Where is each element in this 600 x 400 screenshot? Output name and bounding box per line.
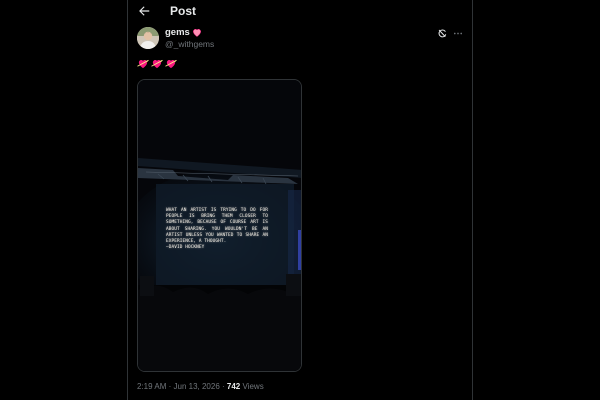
tweet-meta: 2:19 AM · Jun 13, 2026 · 742 Views (137, 382, 264, 391)
avatar[interactable] (137, 27, 159, 49)
more-options-icon[interactable] (452, 28, 464, 39)
heart-with-arrow-icon (151, 59, 163, 69)
author-name-row: gems (165, 27, 202, 38)
page-title: Post (170, 4, 197, 18)
heart-with-arrow-icon (165, 59, 177, 69)
author-display-name[interactable]: gems (165, 27, 190, 38)
meta-separator: · (168, 382, 172, 391)
screen-quote-text: WHAT AN ARTIST IS TRYING TO DO FOR PEOPL… (166, 208, 268, 251)
author-handle[interactable]: @_withgems (165, 39, 214, 49)
views-label: Views (242, 382, 264, 391)
tweet-photo[interactable]: WHAT AN ARTIST IS TRYING TO DO FOR PEOPL… (137, 79, 302, 372)
post-time[interactable]: 2:19 AM (137, 382, 166, 391)
post-header: Post (128, 0, 472, 22)
pink-heart-icon (192, 28, 201, 37)
heart-with-arrow-icon (137, 59, 149, 69)
meta-separator: · (222, 382, 225, 391)
tweet-text (137, 58, 177, 69)
arrow-left-icon[interactable] (137, 4, 151, 18)
avatar-photo (137, 27, 159, 49)
grok-icon[interactable] (437, 28, 448, 39)
post-date[interactable]: Jun 13, 2026 (174, 382, 220, 391)
post-column: Post gems @_withgems WHAT AN ARTIST IS T… (127, 0, 473, 400)
views-count: 742 (226, 382, 241, 391)
